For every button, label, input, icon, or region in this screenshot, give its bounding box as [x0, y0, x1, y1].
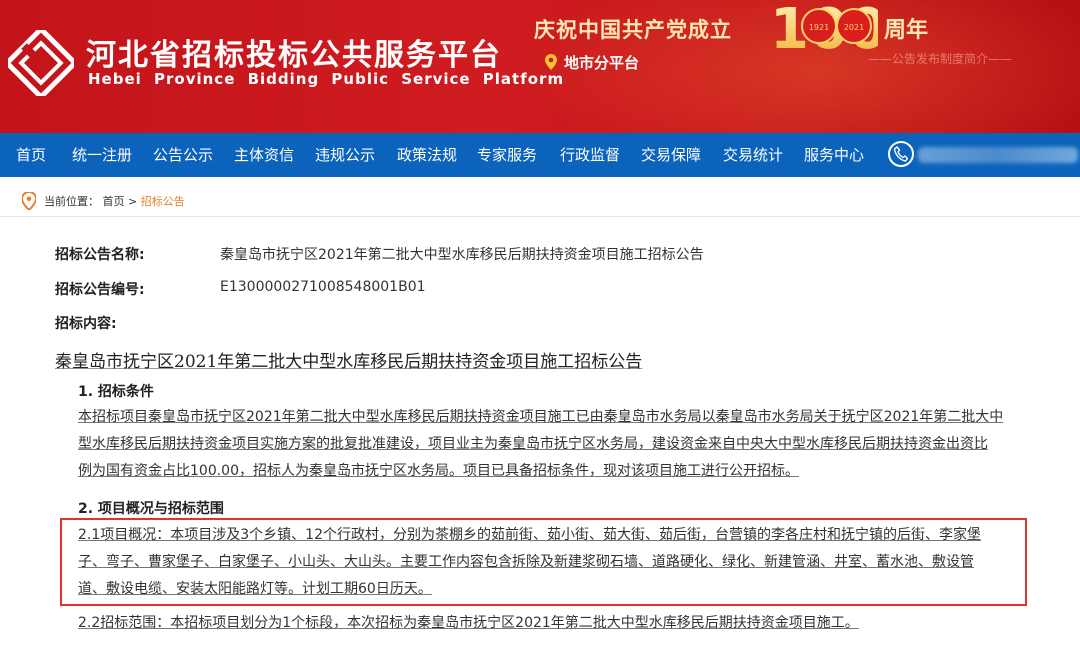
paragraph-line: 本招标项目秦皇岛市抚宁区2021年第二批大中型水库移民后期扶持资金项目施工已由秦… [78, 409, 1004, 425]
article-title: 秦皇岛市抚宁区2021年第二批大中型水库移民后期扶持资金项目施工招标公告 [55, 352, 643, 372]
nav-transaction-statistics[interactable]: 交易统计 [723, 133, 783, 177]
site-title[interactable]: 河北省招标投标公共服务平台 [86, 30, 502, 74]
nav-transaction-guarantee[interactable]: 交易保障 [641, 133, 701, 177]
paragraph-overview: 2.1项目概况：本项目涉及3个乡镇、12个行政村，分别为茶棚乡的茹前街、茹小街、… [78, 522, 1028, 603]
paragraph-line: 子、弯子、曹家堡子、白家堡子、小山头、大山头。主要工作内容包含拆除及新建浆砌石墙… [78, 554, 974, 570]
paragraph-line: 道、敷设电缆、安装太阳能路灯等。计划工期60日历天。 [78, 581, 432, 597]
centenary-100-emblem: 100 1921 2021 [770, 0, 878, 56]
phone-icon[interactable] [888, 141, 914, 167]
breadcrumb: 当前位置： 首页 > 招标公告 [44, 193, 185, 209]
anniversary-label: 周年 [884, 18, 929, 43]
notice-id-value: E1300000271008548001B01 [220, 279, 426, 295]
announcement-system-note[interactable]: ——公告发布制度简介—— [868, 50, 1012, 67]
breadcrumb-prefix: 当前位置： [44, 195, 99, 208]
paragraph-scope: 2.2招标范围：本招标项目划分为1个标段，本次招标为秦皇岛市抚宁区2021年第二… [78, 610, 1028, 637]
breadcrumb-location-icon [22, 192, 36, 210]
section-heading-overview: 2. 项目概况与招标范围 [78, 501, 224, 517]
notice-name-label: 招标公告名称: [55, 247, 145, 263]
nav-service-center[interactable]: 服务中心 [804, 133, 864, 177]
hotline-number-redacted [918, 147, 1078, 163]
nav-violations[interactable]: 违规公示 [315, 133, 375, 177]
badge-year-start: 1921 [809, 23, 829, 32]
platform-logo-icon[interactable] [8, 30, 74, 96]
nav-home[interactable]: 首页 [16, 133, 46, 177]
breadcrumb-home[interactable]: 首页 [103, 195, 125, 208]
breadcrumb-separator: > [128, 195, 138, 208]
paragraph-line: 2.1项目概况：本项目涉及3个乡镇、12个行政村，分别为茶棚乡的茹前街、茹小街、… [78, 527, 981, 543]
paragraph-line: 例为国有资金占比100.00，招标人为秦皇岛市抚宁区水务局。项目已具备招标条件，… [78, 463, 799, 479]
badge-year-end: 2021 [844, 23, 864, 32]
paragraph-line: 2.2招标范围：本招标项目划分为1个标段，本次招标为秦皇岛市抚宁区2021年第二… [78, 615, 859, 631]
paragraph-conditions: 本招标项目秦皇岛市抚宁区2021年第二批大中型水库移民后期扶持资金项目施工已由秦… [78, 404, 1028, 485]
notice-name-value: 秦皇岛市抚宁区2021年第二批大中型水库移民后期扶持资金项目施工招标公告 [220, 247, 704, 263]
main-nav: 首页 统一注册 公告公示 主体资信 违规公示 政策法规 专家服务 行政监督 交易… [0, 133, 1080, 177]
sub-platform-link[interactable]: 地市分平台 [546, 52, 639, 73]
notice-id-label: 招标公告编号: [55, 282, 145, 298]
nav-announcements[interactable]: 公告公示 [153, 133, 213, 177]
nav-unified-registration[interactable]: 统一注册 [72, 133, 132, 177]
nav-policies[interactable]: 政策法规 [397, 133, 457, 177]
nav-entity-credit[interactable]: 主体资信 [234, 133, 294, 177]
breadcrumb-current[interactable]: 招标公告 [141, 195, 185, 208]
nav-expert-service[interactable]: 专家服务 [477, 133, 537, 177]
sub-platform-label[interactable]: 地市分平台 [564, 54, 639, 72]
paragraph-line: 型水库移民后期扶持资金项目实施方案的批复批准建设，项目业主为秦皇岛市抚宁区水务局… [78, 436, 988, 452]
section-heading-conditions: 1. 招标条件 [78, 384, 154, 400]
notice-content-label: 招标内容: [55, 316, 117, 332]
breadcrumb-divider [0, 216, 1080, 217]
nav-administrative-supervision[interactable]: 行政监督 [560, 133, 620, 177]
anniversary-slogan: 庆祝中国共产党成立 [534, 18, 732, 42]
site-title-english: Hebei Province Bidding Public Service Pl… [88, 70, 565, 88]
header-banner: 河北省招标投标公共服务平台 Hebei Province Bidding Pub… [0, 0, 1080, 133]
